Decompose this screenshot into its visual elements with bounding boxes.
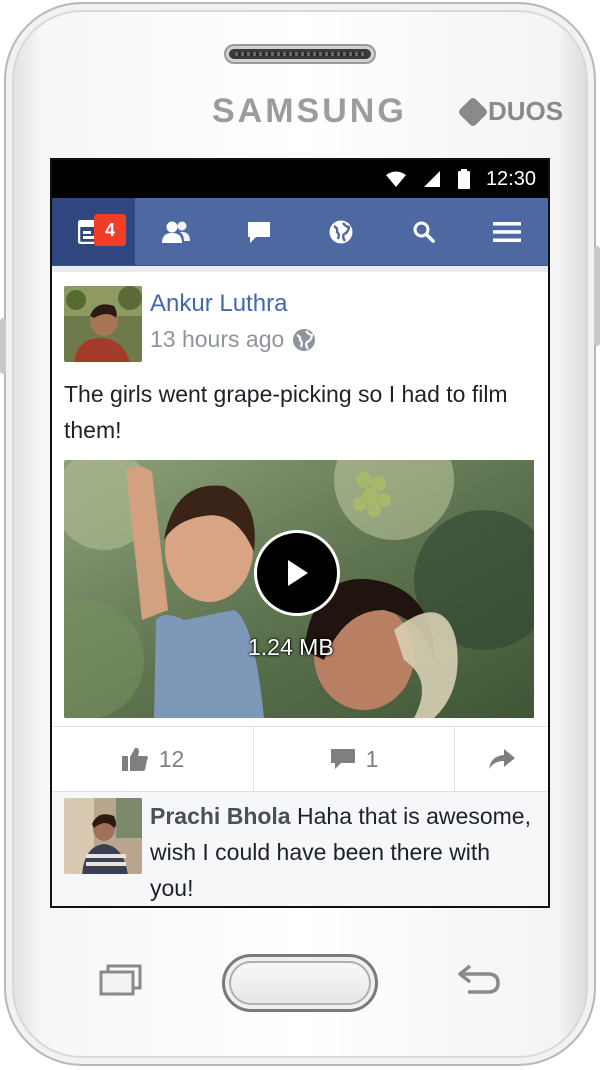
post-header: Ankur Luthra 13 hours ago <box>52 272 548 362</box>
author-photo <box>64 286 142 362</box>
search-icon <box>413 221 435 243</box>
comment-text: Prachi Bhola Haha that is awesome, wish … <box>150 798 536 906</box>
video-thumbnail[interactable]: 1.24 MB <box>64 460 536 718</box>
play-button[interactable] <box>254 530 340 616</box>
video-size-label: 1.24 MB <box>248 634 334 660</box>
tab-search[interactable] <box>383 198 466 265</box>
top-nav-bar: 4 <box>52 198 548 266</box>
privacy-globe-icon[interactable] <box>292 328 316 352</box>
screen: 12:30 4 Ankur Luthra 13 hours ago The gi… <box>50 158 550 908</box>
power-button <box>594 246 600 346</box>
status-bar: 12:30 <box>52 160 548 198</box>
thumbs-up-icon <box>121 747 148 771</box>
feed-post: Ankur Luthra 13 hours ago The girls went… <box>52 272 548 792</box>
comment-button[interactable]: 1 <box>253 727 454 791</box>
globe-icon <box>329 220 353 243</box>
volume-button <box>0 318 6 374</box>
comment-icon <box>330 749 355 769</box>
post-actions: 12 1 <box>52 726 548 792</box>
post-timestamp: 13 hours ago <box>150 326 316 353</box>
tab-friends[interactable] <box>135 198 218 265</box>
news-feed: Ankur Luthra 13 hours ago The girls went… <box>52 266 548 906</box>
brand-logo: SAMSUNG <box>212 92 407 130</box>
share-button[interactable] <box>454 727 548 791</box>
duos-badge: DUOS <box>457 95 564 128</box>
like-count: 12 <box>158 745 185 772</box>
commenter-avatar[interactable] <box>64 798 142 874</box>
earpiece-speaker <box>226 46 374 62</box>
tab-news-feed[interactable]: 4 <box>52 198 135 265</box>
tab-menu[interactable] <box>465 198 548 265</box>
comment-author[interactable]: Prachi Bhola <box>150 803 291 829</box>
status-time: 12:30 <box>485 167 536 190</box>
comment-count: 1 <box>365 745 379 772</box>
recent-apps-key-icon[interactable] <box>98 964 144 996</box>
chat-icon <box>247 221 270 243</box>
post-author-name[interactable]: Ankur Luthra <box>150 290 316 318</box>
duos-icon <box>457 95 489 128</box>
back-key-icon[interactable] <box>456 962 504 996</box>
post-time-text: 13 hours ago <box>150 326 285 352</box>
friends-icon <box>162 221 190 243</box>
share-icon <box>488 749 515 769</box>
hamburger-icon <box>492 221 521 242</box>
notification-badge: 4 <box>94 214 126 246</box>
comment-item: Prachi Bhola Haha that is awesome, wish … <box>52 792 548 906</box>
play-icon <box>288 560 308 586</box>
author-avatar[interactable] <box>64 286 142 362</box>
commenter-photo <box>64 798 142 874</box>
wifi-icon <box>385 171 406 187</box>
post-text: The girls went grape-picking so I had to… <box>64 381 508 443</box>
signal-icon <box>423 171 440 187</box>
duos-label: DUOS <box>488 96 564 126</box>
battery-icon <box>457 169 470 189</box>
tab-notifications[interactable] <box>300 198 383 265</box>
home-button[interactable] <box>222 954 378 1012</box>
tab-messages[interactable] <box>217 198 300 265</box>
like-button[interactable]: 12 <box>52 727 253 791</box>
